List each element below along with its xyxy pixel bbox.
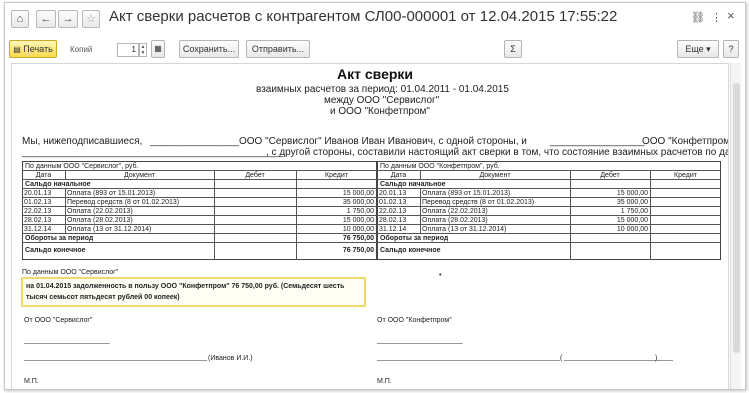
title-bar: ⌂ ← → ☆ Акт сверки расчетов с контрагент…	[5, 3, 745, 33]
sign-left-position-line: ______________________	[24, 337, 110, 344]
link-icon[interactable]: ⛓	[691, 11, 705, 24]
chevron-down-icon: ▾	[706, 44, 711, 54]
copies-label: Копий	[70, 45, 93, 54]
debt-statement: на 01.04.2015 задолженность в пользу ООО…	[21, 277, 366, 307]
sign-left-signature-line: ________________________________________…	[24, 354, 207, 361]
sum-icon[interactable]: Σ	[504, 40, 522, 58]
report-document: Акт сверки взаимных расчетов за период: …	[11, 63, 729, 389]
sign-right-position-line: ______________________	[377, 337, 463, 344]
intro-line1-c: ООО "Конфетпром"	[642, 136, 729, 147]
sign-right-paren-open: (	[560, 355, 563, 362]
close-icon[interactable]: ×	[727, 8, 735, 23]
more-button-label: Еще	[685, 44, 704, 54]
copies-input[interactable]: 1	[117, 43, 139, 57]
sign-right-signature-line: ________________________________________…	[377, 354, 560, 361]
intro-line2-blank: ________________________________________…	[22, 147, 284, 158]
intro-line1-a: Мы, нижеподписавшиеся,	[22, 136, 143, 147]
more-button[interactable]: Еще ▾	[677, 40, 719, 58]
print-button[interactable]: ▤ Печать	[9, 40, 57, 58]
save-button[interactable]: Сохранить...	[179, 40, 239, 58]
doc-between: между ООО "Сервислог"	[324, 95, 440, 106]
debt-caption: По данным ООО "Сервислог"	[22, 269, 119, 276]
menu-icon[interactable]: ⋮	[711, 11, 722, 24]
doc-period: взаимных расчетов за период: 01.04.2011 …	[256, 84, 509, 95]
favorite-star-icon[interactable]: ☆	[82, 10, 100, 28]
toolbar: ▤ Печать Копий 1 ▲ ▼ ▦ Сохранить... Отпра…	[5, 36, 745, 62]
left-closing-credit: 76 750,00	[342, 247, 374, 254]
intro-line2-text: , с другой стороны, составили настоящий …	[266, 147, 728, 158]
dot-marker: •	[439, 272, 442, 279]
back-button[interactable]: ←	[36, 10, 56, 28]
copies-stepper[interactable]: ▲ ▼	[139, 43, 147, 57]
scrollbar-thumb[interactable]	[733, 83, 740, 353]
print-button-label: Печать	[23, 44, 53, 54]
home-icon[interactable]: ⌂	[11, 10, 29, 28]
printer-icon: ▤	[13, 45, 21, 54]
sign-right-paren-close: )	[655, 355, 658, 362]
sign-right-from: От ООО "Конфетпром"	[377, 317, 452, 324]
stamp-place-right: М.П.	[377, 378, 392, 385]
intro-line1-blank2: _________________	[550, 136, 645, 147]
doc-and: и ООО "Конфетпром"	[330, 106, 430, 117]
vertical-scrollbar[interactable]	[730, 63, 741, 389]
sign-left-name: (Иванов И.И.)	[208, 355, 253, 362]
send-button[interactable]: Отправить...	[246, 40, 310, 58]
stamp-place-left: М.П.	[24, 378, 39, 385]
forward-button[interactable]: →	[58, 10, 78, 28]
intro-line1-b: ООО "Сервислог" Иванов Иван Иванович, с …	[239, 136, 527, 147]
sign-left-from: От ООО "Сервислог"	[24, 317, 93, 324]
help-button[interactable]: ?	[723, 40, 739, 58]
report-window: ⌂ ← → ☆ Акт сверки расчетов с контрагент…	[4, 2, 746, 390]
doc-title: Акт сверки	[337, 66, 414, 82]
left-closing-balance: Сальдо конечное	[25, 247, 86, 254]
window-title: Акт сверки расчетов с контрагентом СЛ00-…	[109, 8, 618, 25]
intro-line1-blank: ________________	[150, 136, 239, 147]
right-closing-balance: Сальдо конечное	[380, 247, 441, 254]
print-settings-icon[interactable]: ▦	[151, 40, 165, 58]
